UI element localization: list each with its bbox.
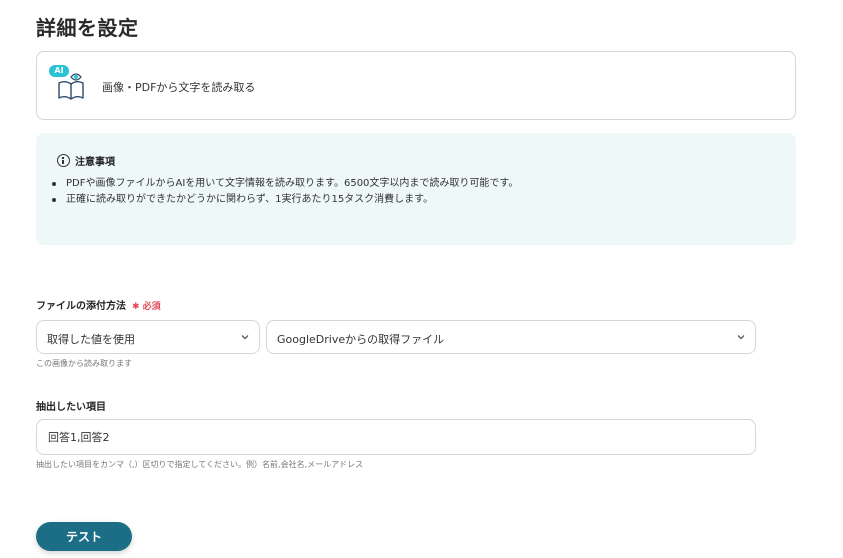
chevron-down-icon: [737, 335, 745, 340]
test-button[interactable]: テスト: [36, 522, 132, 551]
notice-header: 注意事項: [57, 153, 115, 168]
extract-items-hint: 抽出したい項目をカンマ（,）区切りで指定してください。例）名前,会社名,メールア…: [36, 460, 364, 469]
action-label: 画像・PDFから文字を読み取る: [102, 81, 256, 94]
ai-book-eye-icon: AI: [47, 63, 91, 103]
notice-item: PDFや画像ファイルからAIを用いて文字情報を読み取ります。6500文字以内まで…: [50, 176, 518, 192]
source-file-value: GoogleDriveからの取得ファイル: [277, 333, 445, 346]
attachment-method-value: 取得した値を使用: [47, 333, 135, 346]
notice-list: PDFや画像ファイルからAIを用いて文字情報を読み取ります。6500文字以内まで…: [50, 176, 518, 208]
action-card[interactable]: AI 画像・PDFから文字を読み取る: [36, 51, 796, 120]
attachment-method-select[interactable]: 取得した値を使用: [36, 320, 260, 354]
required-mark: ✱ 必須: [132, 302, 161, 312]
extract-items-label: 抽出したい項目: [36, 402, 106, 413]
chevron-down-icon: [241, 335, 249, 340]
extract-items-input[interactable]: [36, 419, 756, 455]
page-title: 詳細を設定: [36, 16, 139, 40]
notice-box: 注意事項 PDFや画像ファイルからAIを用いて文字情報を読み取ります。6500文…: [36, 133, 796, 245]
ai-badge: AI: [49, 65, 69, 77]
info-icon: [57, 154, 70, 167]
attachment-method-label: ファイルの添付方法 ✱ 必須: [36, 297, 161, 312]
attachment-hint: この画像から読み取ります: [36, 359, 132, 368]
source-file-select[interactable]: GoogleDriveからの取得ファイル: [266, 320, 756, 354]
attachment-method-label-text: ファイルの添付方法: [36, 301, 126, 312]
notice-item: 正確に読み取りができたかどうかに関わらず、1実行あたり15タスク消費します。: [50, 192, 518, 208]
notice-title: 注意事項: [75, 157, 115, 168]
